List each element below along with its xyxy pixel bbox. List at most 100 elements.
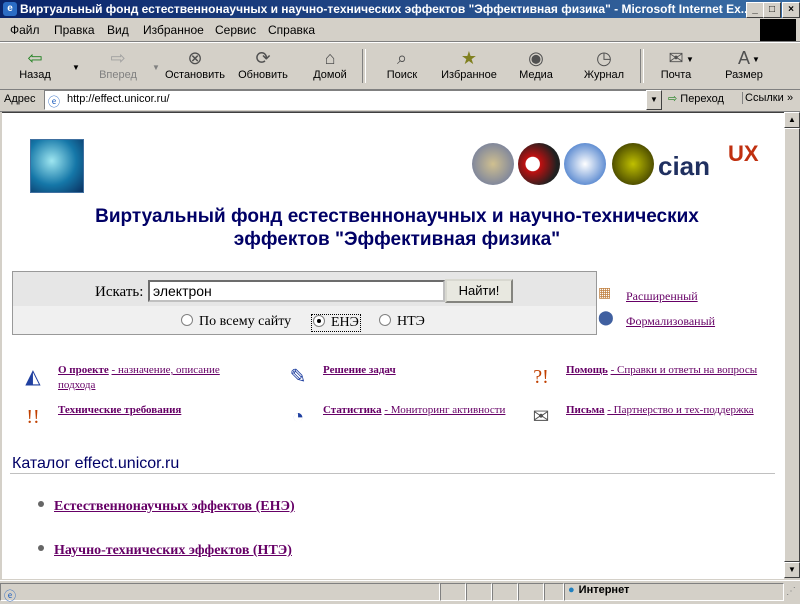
feature-statistics[interactable]: ◔ Статистика - Мониторинг активности: [292, 403, 523, 428]
refresh-button[interactable]: ⟳ Обновить: [235, 47, 291, 87]
menu-favorites[interactable]: Избранное: [143, 23, 204, 37]
title-line-1: Виртуальный фонд естественнонаучных и на…: [95, 206, 699, 227]
scroll-down-icon[interactable]: ▼: [784, 562, 800, 578]
cubes-icon: ▦: [598, 286, 612, 301]
feature-requirements[interactable]: !! Технические требования: [26, 403, 258, 428]
history-icon: ◷: [596, 48, 612, 68]
maximize-button[interactable]: □: [763, 2, 781, 18]
radio-ene[interactable]: ЕНЭ: [311, 314, 361, 332]
h-logo: [612, 143, 654, 185]
partner-logos: cian UX: [472, 141, 772, 189]
back-button[interactable]: ⇦ Назад: [10, 47, 60, 87]
status-text-cell: ⓔ: [0, 583, 440, 603]
windows-logo: [760, 19, 796, 41]
catalog-item-ene[interactable]: Естественнонаучных эффектов (ЕНЭ): [38, 499, 295, 515]
home-button[interactable]: ⌂ Домой: [308, 47, 352, 87]
crest-logo: [472, 143, 514, 185]
links-chevron-icon[interactable]: »: [787, 92, 793, 104]
menu-view[interactable]: Вид: [107, 23, 129, 37]
quill-icon: ✎: [289, 366, 307, 388]
back-arrow-icon: ⇦: [27, 48, 43, 68]
unicor-logo: UX: [728, 141, 759, 166]
scroll-up-icon[interactable]: ▲: [784, 112, 800, 128]
advanced-search-link[interactable]: ▦ Расширенный: [598, 286, 698, 304]
catalog-item-nte[interactable]: Научно-технических эффектов (НТЭ): [38, 543, 292, 559]
go-arrow-icon: ⇨: [668, 93, 681, 105]
menu-file[interactable]: Файл: [10, 23, 40, 37]
favorites-icon: ★: [460, 48, 478, 68]
home-icon: ⌂: [324, 48, 336, 68]
radio-icon: [379, 314, 391, 326]
red-logo: [518, 143, 560, 185]
feature-letters[interactable]: ✉ Письма - Партнерство и тех-поддержка: [533, 403, 766, 428]
mail-icon: ✉: [668, 48, 684, 68]
menu-bar: Файл Правка Вид Избранное Сервис Справка: [0, 19, 800, 42]
page-title: Виртуальный фонд естественнонаучных и на…: [42, 205, 752, 251]
feature-problems[interactable]: ✎ Решение задач: [290, 363, 523, 388]
favorites-button[interactable]: ★ Избранное: [438, 47, 500, 87]
globe-logo: [30, 139, 84, 193]
feature-about[interactable]: ◭ О проекте - назначение, описание подхо…: [25, 363, 258, 393]
window-title: Виртуальный фонд естественнонаучных и на…: [20, 2, 751, 16]
catalog-title: Каталог effect.unicor.ru: [12, 455, 180, 472]
menu-help[interactable]: Справка: [268, 23, 315, 37]
radio-icon: [313, 315, 325, 327]
menu-tools[interactable]: Сервис: [215, 23, 256, 37]
address-dropdown-icon[interactable]: ▼: [646, 90, 662, 110]
help-icon: ?!: [533, 366, 549, 388]
resize-grip-icon[interactable]: ⋰: [786, 586, 796, 597]
toolbar-separator: [640, 49, 644, 83]
forward-button[interactable]: ⇨ Вперед: [88, 47, 148, 87]
vertical-scrollbar[interactable]: ▲ ▼: [784, 112, 800, 578]
toolbar: ⇦ Назад ▼ ⇨ Вперед ▼ ⊗ Остановить ⟳ Обно…: [0, 42, 800, 90]
radio-nte[interactable]: НТЭ: [379, 314, 425, 330]
bullet-icon: [38, 545, 44, 551]
status-cell: [466, 583, 492, 601]
page-content: cian UX Виртуальный фонд естественнонауч…: [2, 112, 784, 579]
links-button[interactable]: Ссылки: [742, 92, 784, 104]
go-button[interactable]: ⇨ Переход: [668, 92, 724, 105]
search-button[interactable]: ⌕ Поиск: [382, 47, 422, 87]
title-line-2: эффектов "Эффективная физика": [233, 229, 561, 250]
formal-search-link[interactable]: ⬤ Формализованый: [598, 311, 715, 329]
internet-globe-icon: ●: [568, 584, 575, 596]
status-cell: [440, 583, 466, 601]
mail-dropdown-icon[interactable]: ▼: [686, 55, 694, 64]
forward-dropdown-icon[interactable]: ▼: [152, 63, 160, 72]
mail-button[interactable]: ✉ Почта: [656, 47, 696, 87]
stop-icon: ⊗: [187, 48, 203, 68]
radio-icon: [181, 314, 193, 326]
address-input[interactable]: ⓔ http://effect.unicor.ru/: [44, 90, 648, 110]
close-button[interactable]: ×: [782, 2, 800, 18]
find-button[interactable]: Найти!: [445, 279, 513, 303]
radio-whole-site[interactable]: По всему сайту: [181, 314, 291, 330]
catalog-link-ene[interactable]: Естественнонаучных эффектов (ЕНЭ): [54, 499, 295, 514]
status-cell: [544, 583, 564, 601]
feature-help[interactable]: ?! Помощь - Справки и ответы на вопросы: [533, 363, 766, 388]
search-input[interactable]: электрон: [148, 280, 445, 302]
media-icon: ◉: [528, 48, 544, 68]
mai-logo: [564, 143, 606, 185]
stop-button[interactable]: ⊗ Остановить: [162, 47, 228, 87]
ie-icon: e: [3, 2, 17, 16]
search-icon: ⌕: [396, 48, 408, 68]
minimize-button[interactable]: _: [746, 2, 764, 18]
back-dropdown-icon[interactable]: ▼: [72, 63, 80, 72]
envelope-icon: ✉: [532, 406, 550, 428]
scroll-thumb[interactable]: [784, 128, 800, 562]
formal-search-text[interactable]: Формализованый: [626, 314, 715, 328]
zone-label: ● Интернет: [568, 584, 630, 596]
toolbar-separator: [362, 49, 366, 83]
text-size-button[interactable]: A Размер: [722, 47, 766, 87]
spheres-icon: ⬤: [598, 311, 614, 326]
search-panel: Искать: электрон Найти! По всему сайту Е…: [12, 271, 597, 335]
size-dropdown-icon[interactable]: ▼: [752, 55, 760, 64]
history-button[interactable]: ◷ Журнал: [580, 47, 628, 87]
page-icon: ⓔ: [48, 95, 61, 109]
media-button[interactable]: ◉ Медиа: [516, 47, 556, 87]
refresh-icon: ⟳: [255, 48, 271, 68]
advanced-search-text[interactable]: Расширенный: [626, 289, 698, 303]
sail-icon: ◭: [25, 366, 41, 388]
catalog-link-nte[interactable]: Научно-технических эффектов (НТЭ): [54, 543, 292, 558]
menu-edit[interactable]: Правка: [54, 23, 95, 37]
